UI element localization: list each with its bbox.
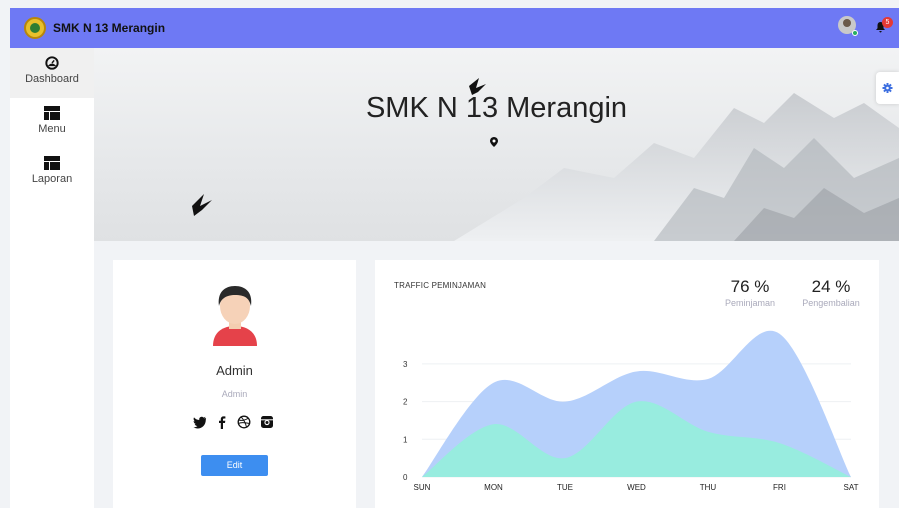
instagram-icon[interactable]	[260, 415, 274, 429]
sidebar-item-laporan[interactable]: Laporan	[10, 148, 94, 198]
y-tick-label: 2	[403, 398, 408, 407]
edit-profile-button[interactable]: Edit	[201, 455, 268, 476]
settings-button[interactable]	[876, 72, 899, 104]
brand-title[interactable]: SMK N 13 Merangin	[53, 21, 165, 35]
y-tick-label: 0	[403, 473, 408, 482]
stat-pengembalian: 24 % Pengembalian	[799, 277, 863, 308]
y-tick-label: 3	[403, 360, 408, 369]
admin-avatar	[213, 286, 257, 346]
top-navbar: SMK N 13 Merangin 5	[10, 8, 899, 48]
stat-label: Peminjaman	[724, 298, 776, 308]
x-tick-label: SAT	[844, 483, 859, 492]
notification-badge: 5	[882, 17, 893, 28]
traffic-area-chart: 0 1 2 3 SUN MON TUE WED THU FRI SAT	[403, 330, 859, 492]
x-tick-label: TUE	[557, 483, 573, 492]
x-tick-label: MON	[484, 483, 503, 492]
hero-title: SMK N 13 Merangin	[365, 92, 628, 124]
traffic-title: TRAFFIC PEMINJAMAN	[394, 281, 487, 290]
school-logo[interactable]	[24, 17, 46, 39]
x-tick-label: SUN	[414, 483, 431, 492]
table-icon	[44, 106, 60, 120]
map-pin-icon	[490, 137, 498, 150]
facebook-icon[interactable]	[215, 415, 229, 429]
x-tick-label: THU	[700, 483, 717, 492]
sidebar-item-label: Dashboard	[25, 73, 79, 85]
stat-value: 24 %	[811, 277, 851, 296]
stat-peminjaman: 76 % Peminjaman	[722, 277, 778, 308]
profile-role: Admin	[221, 389, 248, 399]
sidebar-item-label: Laporan	[31, 173, 73, 185]
gear-icon	[882, 83, 893, 93]
sidebar-item-label: Menu	[38, 123, 66, 135]
stat-value: 76 %	[730, 277, 770, 296]
y-tick-label: 1	[403, 435, 408, 444]
x-tick-label: WED	[627, 483, 646, 492]
sidebar: Dashboard Menu Laporan	[10, 48, 94, 508]
traffic-card: TRAFFIC PEMINJAMAN 76 % Peminjaman 24 % …	[375, 260, 879, 508]
profile-card: Admin Admin Edit	[113, 260, 356, 508]
sidebar-item-dashboard[interactable]: Dashboard	[10, 48, 94, 98]
stat-label: Pengembalian	[802, 298, 860, 308]
dribbble-icon[interactable]	[237, 415, 251, 429]
x-tick-label: FRI	[773, 483, 786, 492]
table-icon	[44, 156, 60, 170]
hero-banner: SMK N 13 Merangin	[94, 48, 899, 241]
social-links	[193, 415, 277, 431]
dashboard-icon	[45, 56, 59, 70]
sidebar-item-menu[interactable]: Menu	[10, 98, 94, 148]
twitter-icon[interactable]	[193, 415, 207, 429]
online-status-dot	[852, 30, 858, 36]
profile-name: Admin	[216, 363, 253, 378]
